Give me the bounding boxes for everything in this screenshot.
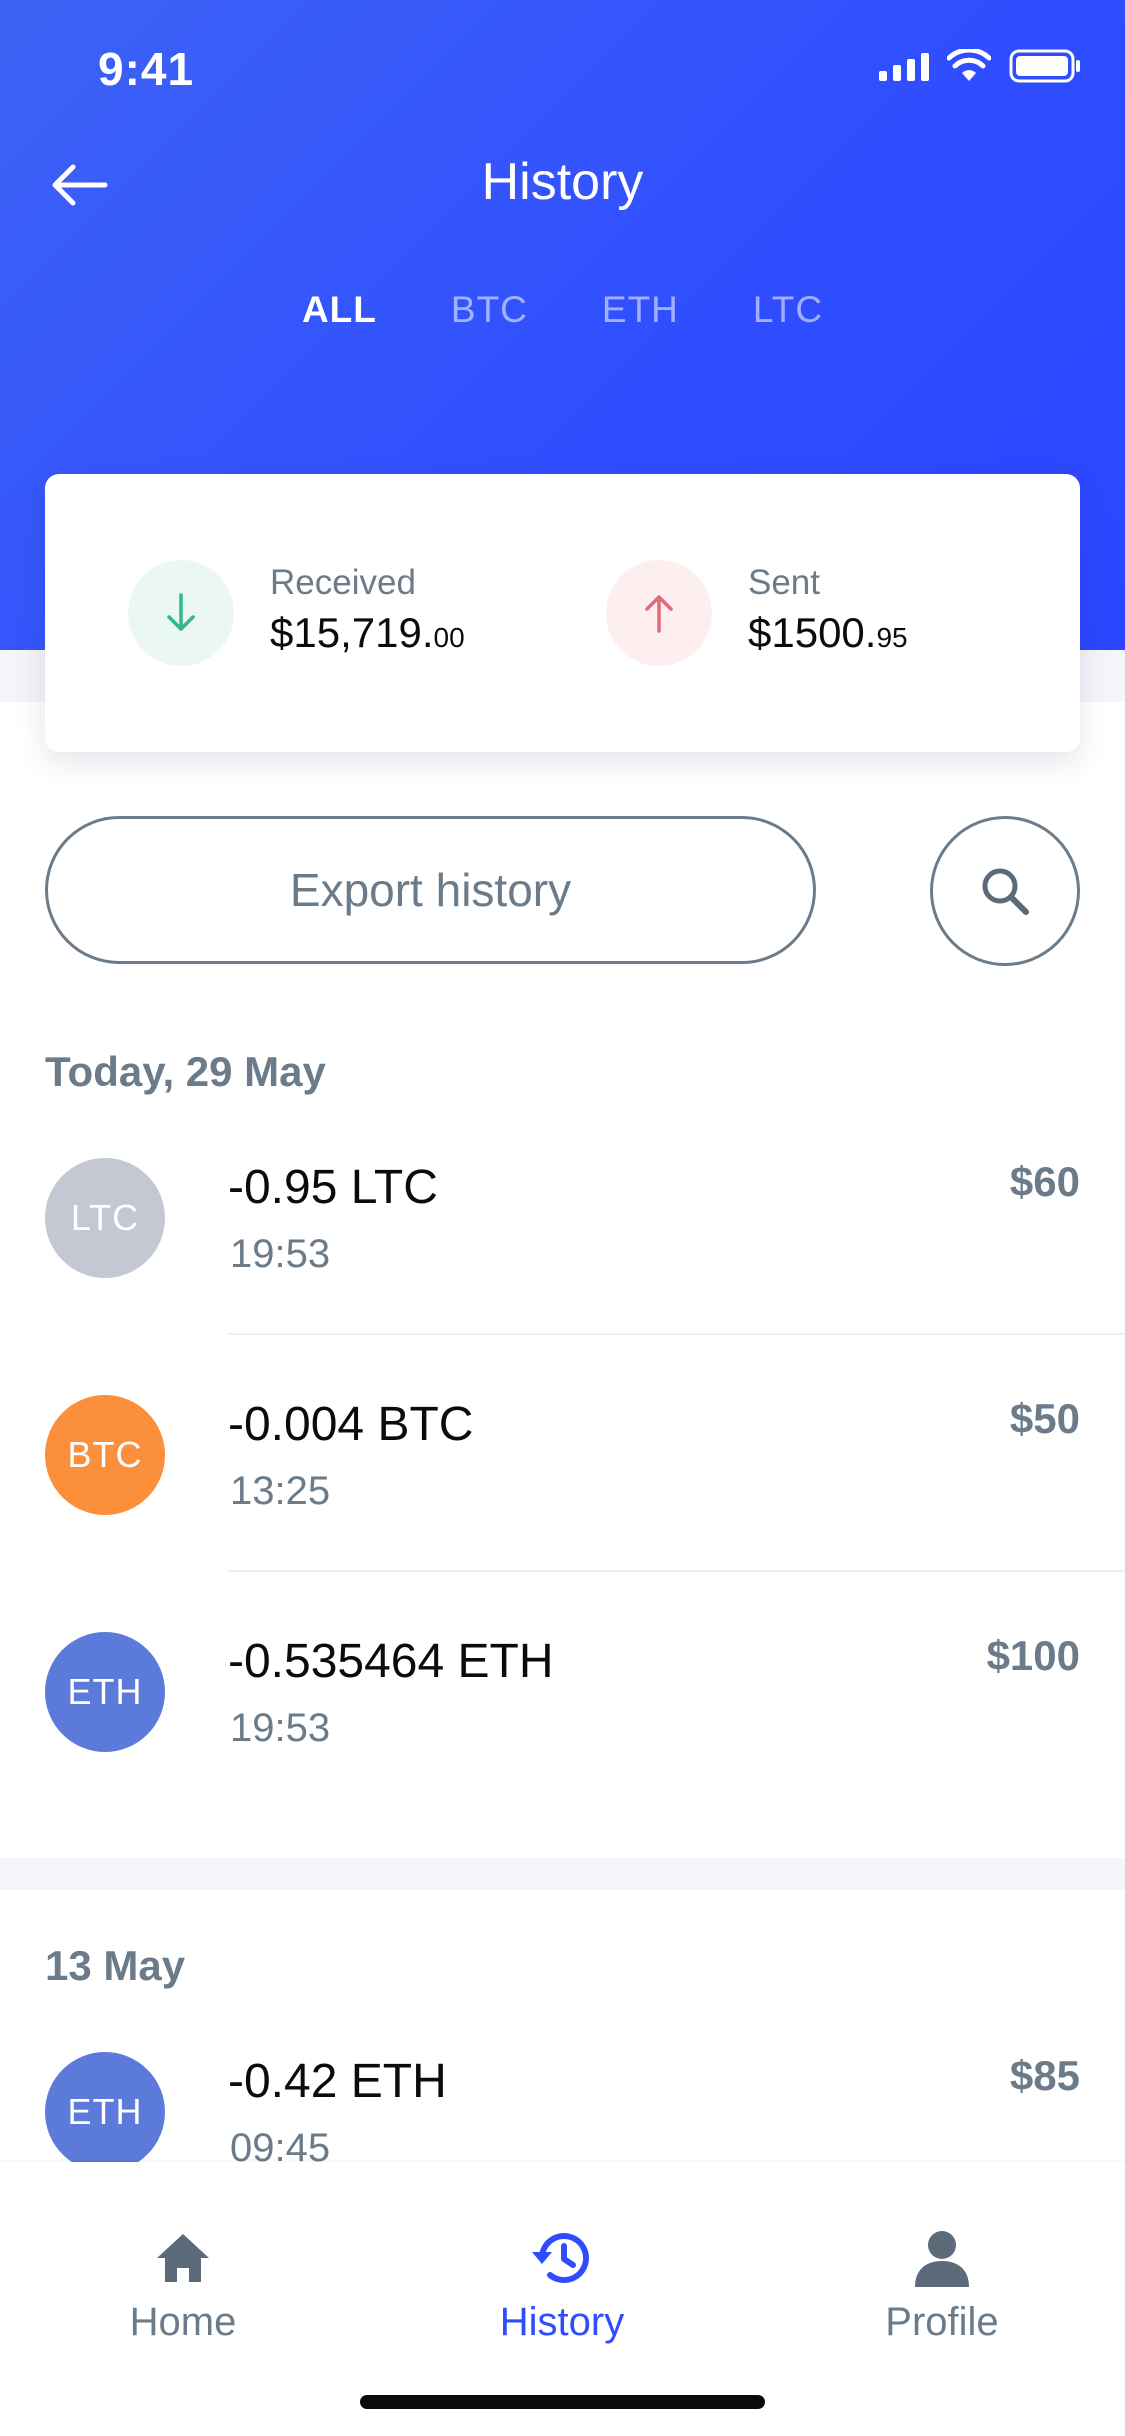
transaction-value: $60 <box>1009 1158 1080 1205</box>
received-summary: Received $15,719.00 <box>128 560 465 666</box>
section-separator <box>0 1858 1125 1890</box>
btc-coin-icon: BTC <box>45 1395 165 1515</box>
sent-amount: $1500.95 <box>748 605 908 666</box>
received-label: Received <box>270 562 416 602</box>
sent-amount-main: $1500. <box>748 608 877 656</box>
export-history-button[interactable]: Export history <box>45 816 816 964</box>
tab-ltc[interactable]: LTC <box>751 285 825 335</box>
transaction-value: $50 <box>1009 1395 1080 1442</box>
nav-profile-label: Profile <box>885 2300 999 2344</box>
transaction-amount: -0.535464 ETH <box>228 1635 554 1688</box>
profile-icon <box>915 2231 969 2287</box>
page-title: History <box>481 153 644 211</box>
eth-coin-icon: ETH <box>45 2052 165 2172</box>
nav-history[interactable]: History <box>432 2222 692 2345</box>
summary-card: Received $15,719.00 Sent $1500.95 <box>45 474 1080 752</box>
transaction-amount: -0.95 LTC <box>228 1161 438 1214</box>
eth-coin-icon: ETH <box>45 1632 165 1752</box>
transaction-value: $85 <box>1009 2052 1080 2099</box>
tab-all[interactable]: ALL <box>300 285 379 335</box>
transaction-row[interactable]: ETH -0.535464 ETH 19:53 $100 <box>0 1632 1125 1832</box>
sent-label: Sent <box>748 562 820 602</box>
row-divider <box>228 1570 1125 1572</box>
transaction-time: 19:53 <box>230 1706 331 1750</box>
wifi-icon <box>947 49 991 81</box>
received-icon-badge <box>128 560 234 666</box>
search-button[interactable] <box>930 816 1080 966</box>
home-icon <box>157 2234 209 2282</box>
ltc-coin-icon: LTC <box>45 1158 165 1278</box>
sent-summary: Sent $1500.95 <box>606 560 908 666</box>
tab-btc[interactable]: BTC <box>449 285 530 335</box>
received-amount-main: $15,719. <box>270 608 434 656</box>
currency-tabs: ALL BTC ETH LTC <box>0 285 1125 335</box>
nav-home[interactable]: Home <box>53 2222 313 2345</box>
sent-amount-cents: 95 <box>876 621 908 653</box>
date-header-13-may: 13 May <box>45 1942 186 1989</box>
home-indicator <box>360 2395 765 2409</box>
nav-profile[interactable]: Profile <box>812 2222 1072 2345</box>
sent-icon-badge <box>606 560 712 666</box>
transaction-time: 19:53 <box>230 1232 331 1276</box>
received-amount: $15,719.00 <box>270 605 465 666</box>
status-time: 9:41 <box>98 43 195 95</box>
tab-eth[interactable]: ETH <box>600 285 681 335</box>
nav-home-label: Home <box>129 2300 237 2344</box>
signal-icon <box>879 51 929 81</box>
history-icon <box>532 2233 589 2284</box>
transaction-time: 13:25 <box>230 1469 331 1513</box>
transaction-value: $100 <box>986 1632 1080 1679</box>
status-icons <box>879 48 1083 84</box>
received-amount-cents: 00 <box>433 621 465 653</box>
nav-history-label: History <box>499 2300 625 2344</box>
row-divider <box>228 1333 1125 1335</box>
search-icon <box>982 868 1029 915</box>
transaction-row[interactable]: BTC -0.004 BTC 13:25 $50 <box>0 1395 1125 1595</box>
arrow-down-icon <box>167 593 195 631</box>
transaction-amount: -0.004 BTC <box>228 1398 474 1451</box>
battery-icon <box>1009 49 1080 83</box>
transaction-amount: -0.42 ETH <box>228 2055 447 2108</box>
arrow-up-icon <box>645 595 673 633</box>
date-header-today: Today, 29 May <box>45 1048 326 1095</box>
transaction-row[interactable]: LTC -0.95 LTC 19:53 $60 <box>0 1158 1125 1358</box>
